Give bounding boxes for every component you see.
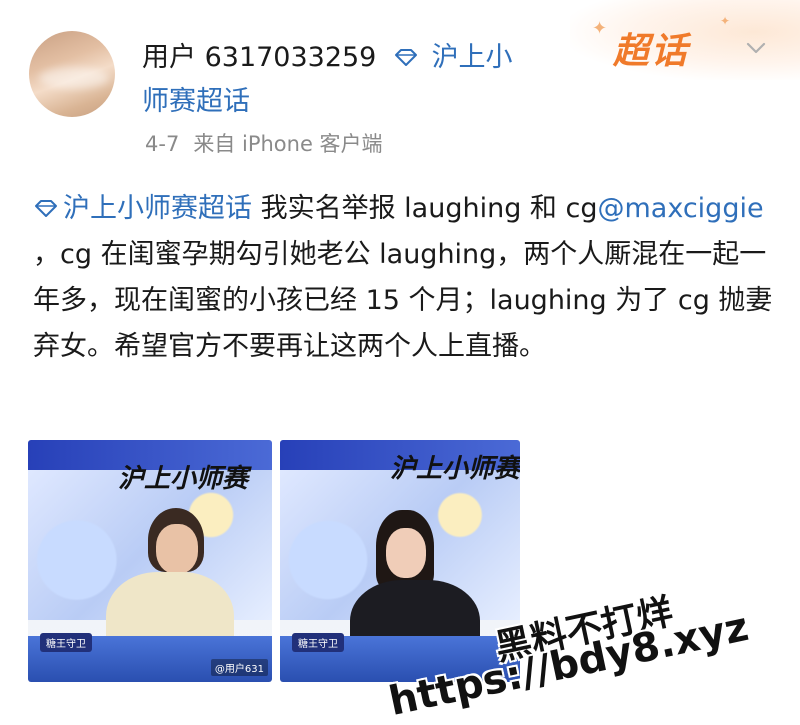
chaohua-badge[interactable]: 超话 bbox=[613, 22, 689, 74]
person-face bbox=[156, 524, 198, 574]
topic-link-part2[interactable]: 师赛超话 bbox=[142, 84, 250, 120]
post-body: 沪上小师赛超话 我实名举报 laughing 和 cg@maxciggie ，c… bbox=[33, 186, 773, 370]
mention-link[interactable]: @maxciggie bbox=[597, 193, 763, 224]
sparkle-icon: ✦ bbox=[592, 18, 608, 39]
avatar[interactable] bbox=[29, 31, 115, 117]
post-text-part1: 我实名举报 laughing 和 cg bbox=[252, 193, 598, 224]
post-text-part2: ，cg 在闺蜜孕期勾引她老公 laughing，两个人厮混在一起一年多，现在闺蜜… bbox=[33, 239, 773, 362]
username[interactable]: 用户 6317033259 bbox=[142, 42, 376, 73]
sparkle-icon: ✦ bbox=[720, 14, 731, 28]
stream-tag: 糖王守卫 bbox=[40, 633, 92, 652]
source-device: iPhone 客户端 bbox=[242, 132, 383, 156]
topic-link-part1[interactable]: 沪上小 bbox=[432, 42, 513, 73]
stream-tag: 糖王守卫 bbox=[292, 633, 344, 652]
post-author-line: 用户 6317033259 沪上小 bbox=[142, 40, 513, 76]
chevron-down-icon[interactable] bbox=[742, 34, 770, 62]
image-caption: @用户631 bbox=[210, 659, 268, 676]
show-logo: 沪上小师赛 bbox=[118, 464, 249, 494]
post-meta: 4-7 来自 iPhone 客户端 bbox=[145, 130, 383, 158]
post-image-1[interactable]: 沪上小师赛 糖王守卫 @用户631 bbox=[28, 440, 272, 682]
diamond-icon bbox=[35, 200, 57, 217]
show-logo: 沪上小师赛 bbox=[390, 454, 520, 484]
source-prefix: 来自 bbox=[193, 132, 236, 156]
post-date: 4-7 bbox=[145, 132, 180, 156]
topic-label: 沪上小师赛超话 bbox=[63, 193, 252, 224]
topic-link[interactable]: 沪上小师赛超话 bbox=[33, 193, 252, 224]
person-face bbox=[386, 528, 426, 578]
post-image-2[interactable]: 沪上小师赛 糖王守卫 bbox=[280, 440, 520, 682]
diamond-icon bbox=[394, 49, 417, 66]
